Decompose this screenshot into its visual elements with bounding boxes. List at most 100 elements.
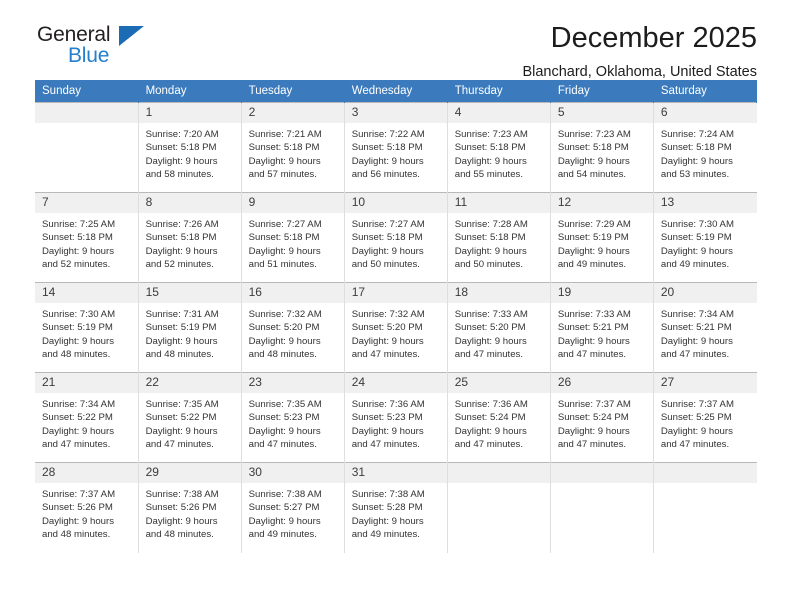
sunset-text: Sunset: 5:20 PM	[351, 322, 423, 334]
sunrise-text: Sunrise: 7:22 AM	[351, 129, 425, 140]
sunset-text: Sunset: 5:18 PM	[454, 142, 526, 154]
daylight-text-line2: and 52 minutes.	[42, 259, 111, 271]
calendar-day-cell[interactable]: 8 Sunrise: 7:26 AM Sunset: 5:18 PM Daylight…	[138, 192, 242, 283]
sunset-text: Sunset: 5:18 PM	[660, 142, 732, 154]
calendar-day-cell[interactable]: 11 Sunrise: 7:28 AM Sunset: 5:18 PM Dayligh…	[447, 192, 551, 283]
calendar-day-cell[interactable]: 16 Sunrise: 7:32 AM Sunset: 5:20 PM Dayligh…	[241, 282, 345, 373]
day-info: Sunrise: 7:35 AM Sunset: 5:23 PM Daylight:…	[242, 393, 344, 452]
sunset-text: Sunset: 5:18 PM	[145, 142, 217, 154]
calendar-day-cell[interactable]: 13 Sunrise: 7:30 AM Sunset: 5:19 PM Dayligh…	[653, 192, 757, 283]
calendar-day-cell[interactable]: 6 Sunrise: 7:24 AM Sunset: 5:18 PM Daylight…	[653, 102, 757, 193]
daylight-text-line1: Daylight: 9 hours	[351, 155, 424, 167]
day-number: 30	[241, 463, 344, 483]
calendar-day-cell[interactable]: 10 Sunrise: 7:27 AM Sunset: 5:18 PM Dayligh…	[344, 192, 448, 283]
sunrise-text: Sunrise: 7:29 AM	[557, 219, 631, 230]
calendar-day-cell[interactable]: 3 Sunrise: 7:22 AM Sunset: 5:18 PM Daylight…	[344, 102, 448, 193]
day-info: Sunrise: 7:30 AM Sunset: 5:19 PM Daylight:…	[654, 213, 757, 272]
sunrise-text: Sunrise: 7:27 AM	[351, 219, 425, 230]
calendar-day-cell[interactable]: 7 Sunrise: 7:25 AM Sunset: 5:18 PM Daylight…	[35, 192, 139, 283]
calendar-day-cell[interactable]: 18 Sunrise: 7:33 AM Sunset: 5:20 PM Dayligh…	[447, 282, 551, 373]
daylight-text-line2: and 47 minutes.	[454, 349, 524, 361]
calendar-body: 1 Sunrise: 7:20 AM Sunset: 5:18 PM Daylight…	[35, 102, 757, 553]
daylight-text-line2: and 47 minutes.	[557, 439, 627, 451]
daylight-text-line2: and 52 minutes.	[145, 259, 214, 271]
calendar-day-cell[interactable]: 2 Sunrise: 7:21 AM Sunset: 5:18 PM Daylight…	[241, 102, 345, 193]
daylight-text-line1: Daylight: 9 hours	[42, 515, 114, 527]
day-number: 7	[35, 193, 138, 213]
sunset-text: Sunset: 5:19 PM	[145, 322, 217, 334]
daylight-text-line2: and 51 minutes.	[248, 259, 317, 271]
weekday-header-sunday: Sunday	[35, 80, 139, 103]
daylight-text-line2: and 47 minutes.	[145, 439, 214, 451]
calendar-day-cell[interactable]: 22 Sunrise: 7:35 AM Sunset: 5:22 PM Dayligh…	[138, 372, 242, 463]
calendar-day-cell[interactable]: 26 Sunrise: 7:37 AM Sunset: 5:24 PM Dayligh…	[550, 372, 654, 463]
calendar-day-cell[interactable]: 25 Sunrise: 7:36 AM Sunset: 5:24 PM Dayligh…	[447, 372, 551, 463]
sunrise-text: Sunrise: 7:20 AM	[145, 129, 219, 140]
calendar-day-cell[interactable]: 30 Sunrise: 7:38 AM Sunset: 5:27 PM Dayligh…	[241, 462, 345, 553]
sunset-text: Sunset: 5:23 PM	[351, 412, 423, 424]
sunset-text: Sunset: 5:18 PM	[351, 142, 423, 154]
day-info: Sunrise: 7:38 AM Sunset: 5:26 PM Daylight:…	[139, 483, 241, 542]
daylight-text-line1: Daylight: 9 hours	[248, 425, 321, 437]
calendar-table: Sunday Monday Tuesday Wednesday Thursday…	[35, 80, 758, 553]
calendar-day-cell[interactable]: 15 Sunrise: 7:31 AM Sunset: 5:19 PM Dayligh…	[138, 282, 242, 373]
daylight-text-line1: Daylight: 9 hours	[454, 245, 527, 257]
daylight-text-line2: and 48 minutes.	[42, 349, 111, 361]
daylight-text-line2: and 47 minutes.	[42, 439, 111, 451]
daylight-text-line1: Daylight: 9 hours	[145, 425, 218, 437]
calendar-day-cell[interactable]: 20 Sunrise: 7:34 AM Sunset: 5:21 PM Dayligh…	[653, 282, 757, 373]
calendar-week-row: 14 Sunrise: 7:30 AM Sunset: 5:19 PM Dayligh…	[35, 282, 757, 373]
sunset-text: Sunset: 5:28 PM	[351, 502, 423, 514]
calendar-day-cell[interactable]: 19 Sunrise: 7:33 AM Sunset: 5:21 PM Dayligh…	[550, 282, 654, 373]
sunset-text: Sunset: 5:18 PM	[248, 142, 320, 154]
calendar-day-cell[interactable]: 17 Sunrise: 7:32 AM Sunset: 5:20 PM Dayligh…	[344, 282, 448, 373]
daylight-text-line1: Daylight: 9 hours	[557, 335, 630, 347]
calendar-day-cell[interactable]: 5 Sunrise: 7:23 AM Sunset: 5:18 PM Daylight…	[550, 102, 654, 193]
calendar-week-row: 7 Sunrise: 7:25 AM Sunset: 5:18 PM Daylight…	[35, 192, 757, 283]
page-subtitle: Blanchard, Oklahoma, United States	[522, 64, 757, 81]
sunrise-text: Sunrise: 7:34 AM	[42, 399, 116, 410]
sunrise-text: Sunrise: 7:38 AM	[145, 489, 219, 500]
calendar-day-cell[interactable]: 24 Sunrise: 7:36 AM Sunset: 5:23 PM Dayligh…	[344, 372, 448, 463]
calendar-day-cell[interactable]: 29 Sunrise: 7:38 AM Sunset: 5:26 PM Dayligh…	[138, 462, 242, 553]
day-number: 21	[35, 373, 138, 393]
daylight-text-line1: Daylight: 9 hours	[660, 425, 733, 437]
sunset-text: Sunset: 5:23 PM	[248, 412, 320, 424]
logo-text-general: General	[37, 23, 111, 46]
calendar-week-row: 28 Sunrise: 7:37 AM Sunset: 5:26 PM Dayligh…	[35, 462, 757, 553]
calendar-day-cell[interactable]: 21 Sunrise: 7:34 AM Sunset: 5:22 PM Dayligh…	[35, 372, 139, 463]
calendar-day-cell[interactable]: 14 Sunrise: 7:30 AM Sunset: 5:19 PM Dayligh…	[35, 282, 139, 373]
day-info: Sunrise: 7:32 AM Sunset: 5:20 PM Daylight:…	[242, 303, 344, 362]
day-info: Sunrise: 7:37 AM Sunset: 5:26 PM Daylight:…	[35, 483, 138, 542]
daylight-text-line1: Daylight: 9 hours	[660, 245, 733, 257]
daylight-text-line1: Daylight: 9 hours	[351, 245, 424, 257]
sunrise-text: Sunrise: 7:38 AM	[248, 489, 322, 500]
day-number: 12	[550, 193, 653, 213]
calendar-day-cell[interactable]: 27 Sunrise: 7:37 AM Sunset: 5:25 PM Dayligh…	[653, 372, 757, 463]
generalblue-logo[interactable]: General Blue	[35, 22, 155, 74]
calendar-day-cell[interactable]: 23 Sunrise: 7:35 AM Sunset: 5:23 PM Dayligh…	[241, 372, 345, 463]
calendar-day-cell[interactable]: 12 Sunrise: 7:29 AM Sunset: 5:19 PM Dayligh…	[550, 192, 654, 283]
sunset-text: Sunset: 5:24 PM	[454, 412, 526, 424]
calendar-day-cell[interactable]: 1 Sunrise: 7:20 AM Sunset: 5:18 PM Daylight…	[138, 102, 242, 193]
daylight-text-line2: and 50 minutes.	[351, 259, 420, 271]
calendar-cell-empty	[550, 462, 654, 553]
day-number: 25	[447, 373, 550, 393]
calendar-day-cell[interactable]: 31 Sunrise: 7:38 AM Sunset: 5:28 PM Dayligh…	[344, 462, 448, 553]
day-number: 28	[35, 463, 138, 483]
weekday-header-row: Sunday Monday Tuesday Wednesday Thursday…	[35, 80, 758, 103]
weekday-header-monday: Monday	[138, 80, 242, 103]
calendar-day-cell[interactable]: 28 Sunrise: 7:37 AM Sunset: 5:26 PM Dayligh…	[35, 462, 139, 553]
daylight-text-line2: and 47 minutes.	[660, 439, 730, 451]
daylight-text-line1: Daylight: 9 hours	[454, 335, 527, 347]
calendar-day-cell[interactable]: 9 Sunrise: 7:27 AM Sunset: 5:18 PM Daylight…	[241, 192, 345, 283]
calendar-day-cell[interactable]: 4 Sunrise: 7:23 AM Sunset: 5:18 PM Daylight…	[447, 102, 551, 193]
daylight-text-line2: and 48 minutes.	[145, 349, 214, 361]
day-info: Sunrise: 7:36 AM Sunset: 5:24 PM Daylight:…	[448, 393, 550, 452]
day-number: 1	[138, 103, 241, 123]
sunrise-text: Sunrise: 7:32 AM	[248, 309, 322, 320]
day-number	[653, 463, 757, 483]
daylight-text-line2: and 49 minutes.	[660, 259, 730, 271]
day-info: Sunrise: 7:34 AM Sunset: 5:21 PM Daylight:…	[654, 303, 757, 362]
day-number: 5	[550, 103, 653, 123]
